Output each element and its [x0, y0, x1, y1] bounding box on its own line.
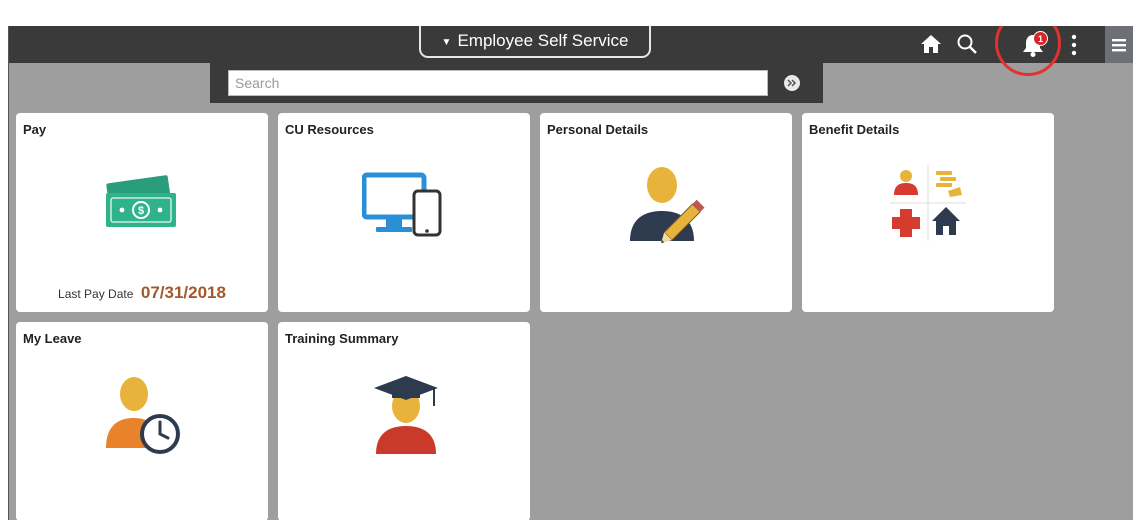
search-bar [210, 63, 823, 103]
tile-pay[interactable]: Pay $ Last Pay Date 07/31/2018 [16, 113, 268, 312]
top-navigation-bar: ▼ Employee Self Service 1 [9, 26, 1133, 63]
tile-title: Training Summary [285, 331, 399, 346]
money-icon: $ [106, 175, 176, 227]
tile-training-summary[interactable]: Training Summary [278, 322, 530, 520]
last-pay-date-label: Last Pay Date [58, 287, 134, 301]
person-clock-icon [106, 377, 180, 454]
svg-text:$: $ [138, 205, 144, 217]
tile-my-leave[interactable]: My Leave [16, 322, 268, 520]
homepage-selector[interactable]: ▼ Employee Self Service [419, 26, 651, 58]
last-pay-date: Last Pay Date 07/31/2018 [16, 283, 268, 303]
tile-personal-details[interactable]: Personal Details [540, 113, 792, 312]
tile-title: Pay [23, 122, 47, 137]
kebab-icon[interactable] [1069, 34, 1079, 56]
notification-highlight-circle [995, 26, 1061, 76]
tile-title: Benefit Details [809, 122, 900, 137]
last-pay-date-value: 07/31/2018 [140, 283, 226, 302]
tile-title: CU Resources [285, 122, 374, 137]
computer-phone-icon [362, 172, 442, 237]
tile-title: My Leave [23, 331, 82, 346]
tile-title: Personal Details [547, 122, 649, 137]
search-input[interactable] [228, 70, 768, 96]
graduate-icon [374, 376, 438, 454]
tile-cu-resources[interactable]: CU Resources [278, 113, 530, 312]
home-icon[interactable] [919, 32, 943, 56]
benefits-icon [890, 165, 966, 241]
double-chevron-right-icon [787, 79, 797, 87]
tile-benefit-details[interactable]: Benefit Details [802, 113, 1054, 312]
app-frame: ▼ Employee Self Service 1 Search Pay $ L… [8, 26, 1133, 520]
search-go-button[interactable] [784, 75, 800, 91]
hamburger-icon [1112, 38, 1126, 51]
search-icon[interactable] [955, 32, 979, 56]
homepage-title: Employee Self Service [457, 31, 629, 50]
person-edit-icon [630, 167, 705, 244]
caret-down-icon: ▼ [441, 36, 452, 48]
navbar-menu-button[interactable] [1105, 26, 1133, 63]
